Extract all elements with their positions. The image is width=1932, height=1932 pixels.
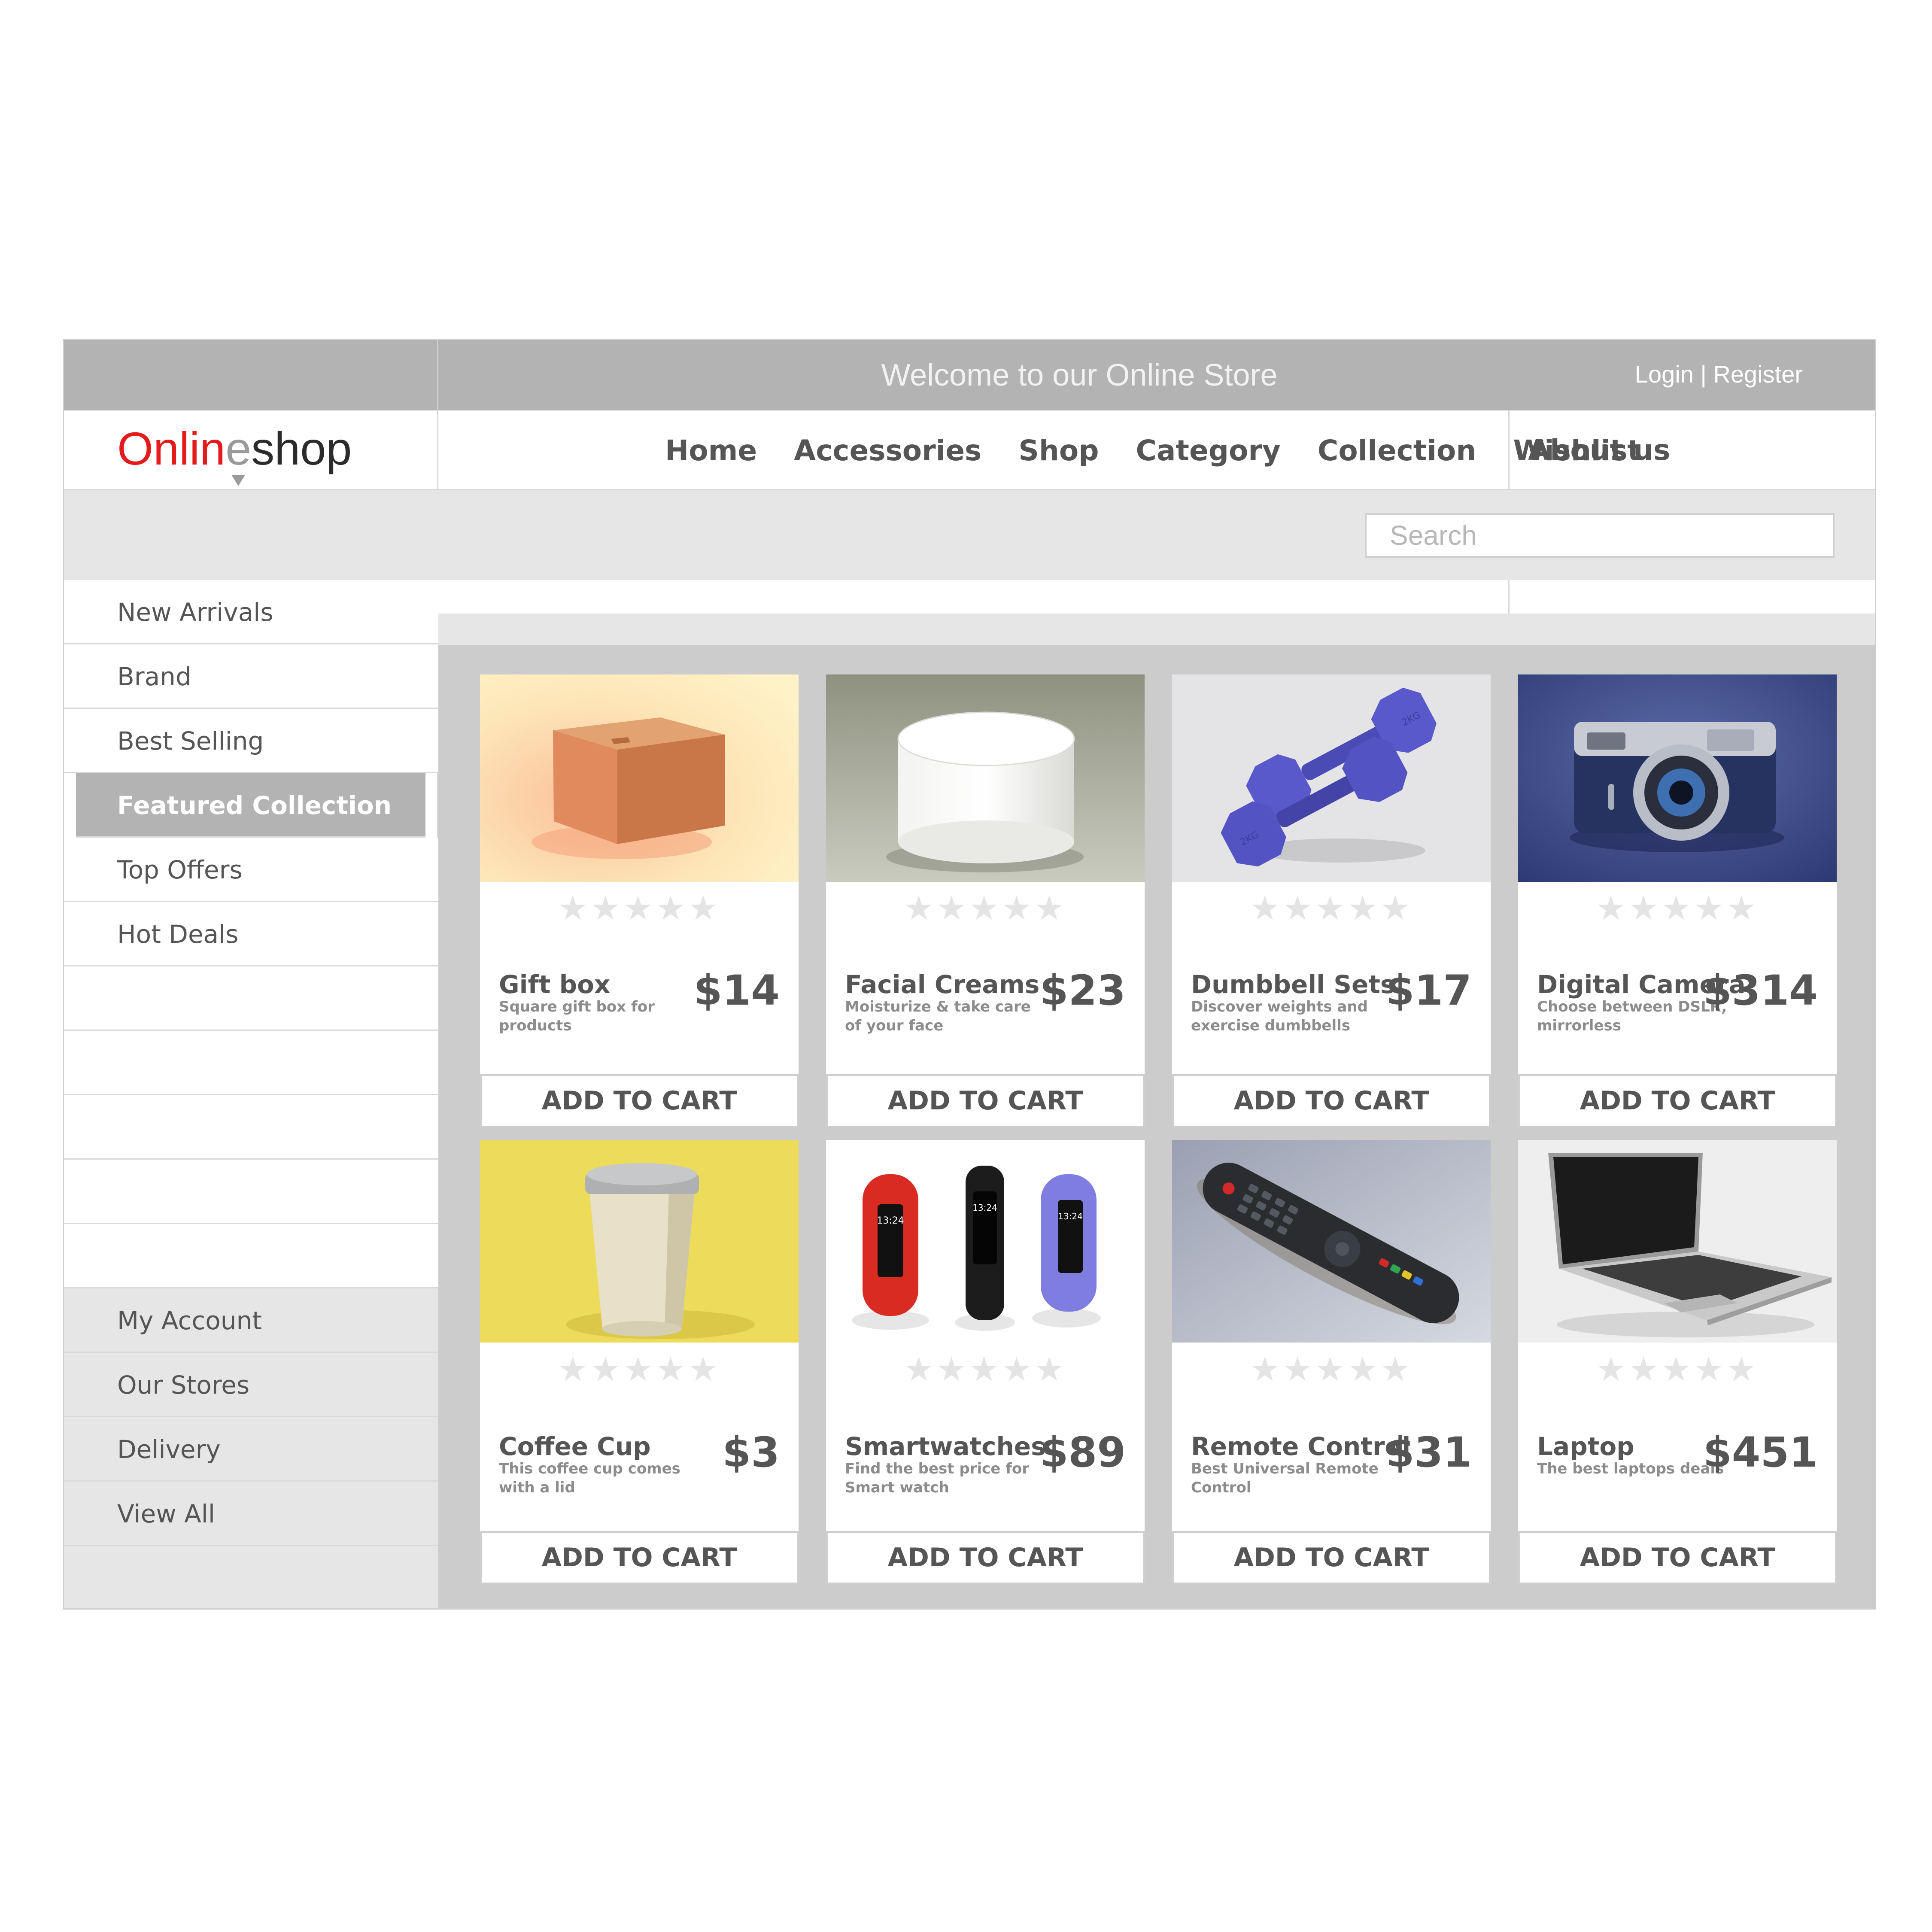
product-description: Best Universal Remote Control: [1191, 1460, 1379, 1496]
rating-stars: ★★★★★: [558, 1350, 721, 1389]
product-price: $3: [722, 1428, 780, 1476]
product-name: Facial Creams: [845, 970, 1040, 999]
logo-pin-letter: e: [225, 421, 251, 486]
add-to-cart-button[interactable]: ADD TO CART: [826, 1074, 1145, 1127]
dumbbell-sets-image[interactable]: 2KG 2KG: [1172, 674, 1491, 882]
digital-camera-image[interactable]: [1518, 674, 1837, 882]
add-to-cart-button[interactable]: ADD TO CART: [1172, 1531, 1491, 1584]
rating-stars: ★★★★★: [904, 1350, 1067, 1389]
product-description: This coffee cup comes with a lid: [499, 1460, 680, 1496]
login-register-link[interactable]: Login | Register: [1635, 340, 1803, 410]
product-name: Smartwatches: [845, 1432, 1046, 1461]
logo-cell: Onlineshop: [64, 410, 438, 490]
product-card-laptop: ★★★★★ Laptop The best laptops deals $451…: [1518, 1140, 1837, 1584]
sidebar-empty-row: [64, 1160, 438, 1224]
product-price: $23: [1039, 966, 1126, 1015]
rating-stars: ★★★★★: [1250, 1350, 1413, 1389]
product-card-dumbbell-sets: 2KG 2KG ★★★★★ Dumbbell Sets Discover wei…: [1172, 674, 1491, 1127]
sidebar-empty-row: [64, 1095, 438, 1160]
watch-time: 13:24: [1058, 1211, 1083, 1221]
sidebar-item-best-selling[interactable]: Best Selling: [64, 709, 438, 773]
product-price: $31: [1385, 1428, 1472, 1476]
sidebar-item-top-offers[interactable]: Top Offers: [64, 838, 438, 902]
sidebar-empty-row: [64, 1224, 438, 1288]
facial-creams-image[interactable]: [826, 674, 1145, 882]
store-logo[interactable]: Onlineshop: [117, 421, 352, 486]
search-band: Search: [64, 492, 1875, 580]
product-description: Square gift box for products: [499, 998, 655, 1034]
product-name: Gift box: [499, 970, 611, 999]
nav-category[interactable]: Category: [1136, 434, 1280, 467]
sidebar-item-delivery[interactable]: Delivery: [64, 1417, 438, 1482]
product-card-remote-control: ★★★★★ Remote Control Best Universal Remo…: [1172, 1140, 1491, 1584]
product-description: Moisturize & take care of your face: [845, 998, 1031, 1034]
welcome-bar: Welcome to our Online Store Login | Regi…: [64, 340, 1875, 410]
gift-box-image[interactable]: [480, 674, 799, 882]
main-header: Onlineshop Home Accessories Shop Categor…: [64, 410, 1875, 490]
add-to-cart-button[interactable]: ADD TO CART: [480, 1074, 799, 1127]
product-name: Coffee Cup: [499, 1432, 651, 1461]
product-name: Remote Control: [1191, 1432, 1411, 1461]
logo-text-online: Onlin: [117, 422, 226, 474]
rating-stars: ★★★★★: [558, 889, 721, 928]
nav-home[interactable]: Home: [665, 434, 757, 467]
content-strip: [438, 580, 1875, 614]
rating-stars: ★★★★★: [1596, 889, 1759, 928]
smartwatches-image[interactable]: 13:24 13:24 13:24: [826, 1140, 1145, 1343]
watch-time: 13:24: [972, 1203, 997, 1213]
main-nav: Home Accessories Shop Category Collectio…: [665, 410, 1678, 490]
product-price: $17: [1385, 966, 1472, 1015]
store-window: Welcome to our Online Store Login | Regi…: [63, 339, 1876, 1610]
product-price: $314: [1703, 966, 1818, 1015]
coffee-cup-image[interactable]: [480, 1140, 799, 1343]
strip-divider: [1508, 580, 1510, 614]
content-band: [438, 614, 1875, 645]
sidebar-empty-row: [64, 1031, 438, 1095]
nav-about-us[interactable]: About us: [1528, 410, 1670, 490]
sidebar-empty-row: [64, 1546, 438, 1608]
product-name: Dumbbell Sets: [1191, 970, 1395, 999]
product-card-gift-box: ★★★★★ Gift box Square gift box for produ…: [480, 674, 799, 1127]
rating-stars: ★★★★★: [904, 889, 1067, 928]
product-card-coffee-cup: ★★★★★ Coffee Cup This coffee cup comes w…: [480, 1140, 799, 1584]
product-description: Find the best price for Smart watch: [845, 1460, 1030, 1496]
product-price: $451: [1703, 1428, 1818, 1476]
add-to-cart-button[interactable]: ADD TO CART: [480, 1531, 799, 1584]
nav-accessories[interactable]: Accessories: [794, 434, 981, 467]
add-to-cart-button[interactable]: ADD TO CART: [1172, 1074, 1491, 1127]
logo-text-shop: shop: [251, 422, 352, 474]
sidebar-item-my-account[interactable]: My Account: [64, 1288, 438, 1353]
nav-shop[interactable]: Shop: [1018, 434, 1099, 467]
add-to-cart-button[interactable]: ADD TO CART: [1518, 1531, 1837, 1584]
remote-control-image[interactable]: [1172, 1140, 1491, 1343]
laptop-image[interactable]: [1518, 1140, 1837, 1343]
product-price: $89: [1039, 1428, 1126, 1476]
sidebar-item-featured-collection[interactable]: Featured Collection: [76, 773, 425, 838]
rating-stars: ★★★★★: [1250, 889, 1413, 928]
category-sidebar: New Arrivals Brand Best Selling Featured…: [64, 580, 438, 1608]
product-description: Discover weights and exercise dumbbells: [1191, 998, 1368, 1034]
product-card-digital-camera: ★★★★★ Digital Camera Choose between DSLR…: [1518, 674, 1837, 1127]
nav-separator: [1508, 410, 1510, 490]
search-input[interactable]: Search: [1365, 513, 1835, 558]
sidebar-item-brand[interactable]: Brand: [64, 644, 438, 709]
nav-collection[interactable]: Collection: [1318, 434, 1476, 467]
watch-time: 13:24: [877, 1215, 904, 1226]
sidebar-item-view-all[interactable]: View All: [64, 1482, 438, 1546]
product-name: Laptop: [1537, 1432, 1634, 1461]
add-to-cart-button[interactable]: ADD TO CART: [1518, 1074, 1837, 1127]
product-card-smartwatches: 13:24 13:24 13:24 ★★★★★ Smartwatches Fin…: [826, 1140, 1145, 1584]
add-to-cart-button[interactable]: ADD TO CART: [826, 1531, 1145, 1584]
product-card-facial-creams: ★★★★★ Facial Creams Moisturize & take ca…: [826, 674, 1145, 1127]
sidebar-item-our-stores[interactable]: Our Stores: [64, 1353, 438, 1417]
sidebar-empty-row: [64, 966, 438, 1031]
sidebar-item-hot-deals[interactable]: Hot Deals: [64, 902, 438, 966]
product-grid: ★★★★★ Gift box Square gift box for produ…: [438, 645, 1875, 1608]
product-price: $14: [693, 966, 780, 1015]
rating-stars: ★★★★★: [1596, 1350, 1759, 1389]
sidebar-item-new-arrivals[interactable]: New Arrivals: [64, 580, 438, 644]
